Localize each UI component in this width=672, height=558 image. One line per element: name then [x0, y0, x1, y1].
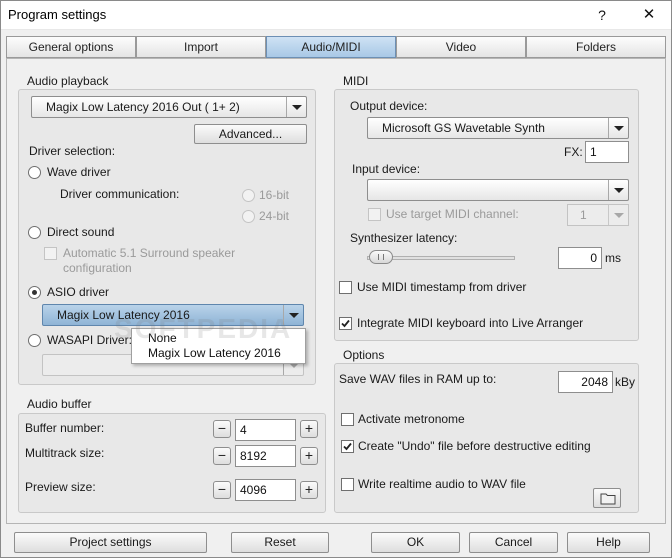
chevron-down-icon	[608, 205, 628, 225]
help-button[interactable]: Help	[567, 532, 650, 553]
asio-driver-radio[interactable]	[28, 286, 41, 299]
realtime-audio-checkbox[interactable]	[341, 478, 354, 491]
input-device-label: Input device:	[352, 162, 421, 176]
ok-button[interactable]: OK	[371, 532, 460, 553]
multitrack-increment-button[interactable]: +	[300, 447, 318, 465]
midi-output-device-select[interactable]: Microsoft GS Wavetable Synth	[367, 117, 629, 139]
target-channel-value: 1	[580, 208, 587, 222]
audio-output-device-value: Magix Low Latency 2016 Out ( 1+ 2)	[46, 100, 240, 114]
wasapi-driver-radio[interactable]	[28, 334, 41, 347]
help-icon[interactable]: ?	[589, 3, 615, 27]
driver-communication-label: Driver communication:	[60, 187, 180, 201]
tab-import[interactable]: Import	[136, 36, 266, 58]
preview-decrement-button[interactable]: −	[213, 481, 231, 499]
audio-buffer-label: Audio buffer	[27, 397, 92, 411]
window-title: Program settings	[8, 7, 107, 22]
surround-label-line2: configuration	[63, 261, 132, 275]
target-channel-select[interactable]: 1	[567, 204, 629, 226]
buffer-number-label: Buffer number:	[25, 421, 105, 435]
synth-latency-label: Synthesizer latency:	[350, 231, 458, 245]
midi-input-device-select[interactable]	[367, 179, 629, 201]
reset-button[interactable]: Reset	[231, 532, 329, 553]
multitrack-size-label: Multitrack size:	[25, 446, 105, 460]
advanced-button[interactable]: Advanced...	[194, 124, 307, 144]
target-channel-label: Use target MIDI channel:	[386, 207, 519, 221]
metronome-checkbox[interactable]	[341, 413, 354, 426]
tab-folders[interactable]: Folders	[526, 36, 666, 58]
output-device-label: Output device:	[350, 99, 428, 113]
save-wav-input[interactable]: 2048	[558, 371, 613, 393]
checkmark-icon	[343, 442, 352, 451]
chevron-down-icon	[286, 97, 306, 117]
bit24-label: 24-bit	[259, 209, 290, 223]
checkmark-icon	[341, 319, 350, 328]
tab-video[interactable]: Video	[396, 36, 526, 58]
asio-option-magix[interactable]: Magix Low Latency 2016	[148, 346, 281, 360]
browse-folder-button[interactable]	[593, 488, 621, 508]
midi-timestamp-checkbox[interactable]	[339, 281, 352, 294]
chevron-down-icon	[608, 118, 628, 138]
driver-selection-label: Driver selection:	[29, 144, 116, 158]
wave-driver-radio[interactable]	[28, 166, 41, 179]
buffer-number-decrement-button[interactable]: −	[213, 420, 231, 438]
multitrack-decrement-button[interactable]: −	[213, 447, 231, 465]
realtime-audio-label: Write realtime audio to WAV file	[358, 477, 526, 491]
title-bar: Program settings ? ✕	[1, 1, 671, 30]
preview-size-label: Preview size:	[25, 480, 96, 494]
wave-driver-label: Wave driver	[47, 165, 111, 179]
tab-audio-midi[interactable]: Audio/MIDI	[266, 36, 396, 58]
buffer-number-increment-button[interactable]: +	[300, 420, 318, 438]
save-wav-label: Save WAV files in RAM up to:	[339, 372, 497, 386]
project-settings-button[interactable]: Project settings	[14, 532, 207, 553]
watermark: SOFTPEDIA	[114, 313, 293, 344]
preview-size-input[interactable]: 4096	[235, 479, 296, 501]
multitrack-size-input[interactable]: 8192	[235, 445, 296, 467]
cancel-button[interactable]: Cancel	[469, 532, 558, 553]
folder-icon	[600, 493, 616, 505]
audio-playback-label: Audio playback	[27, 74, 109, 88]
options-label: Options	[343, 348, 385, 362]
preview-increment-button[interactable]: +	[300, 481, 318, 499]
integrate-midi-checkbox[interactable]	[339, 317, 352, 330]
save-wav-unit: kBy	[615, 375, 636, 389]
undo-file-checkbox[interactable]	[341, 440, 354, 453]
fx-input[interactable]: 1	[585, 141, 629, 163]
undo-file-label: Create "Undo" file before destructive ed…	[358, 439, 591, 453]
surround-label-line1: Automatic 5.1 Surround speaker	[63, 246, 236, 260]
target-channel-checkbox[interactable]	[368, 208, 381, 221]
bit16-radio[interactable]	[242, 189, 255, 202]
asio-driver-label: ASIO driver	[47, 285, 110, 299]
bit16-label: 16-bit	[259, 188, 290, 202]
metronome-label: Activate metronome	[358, 412, 465, 426]
synth-latency-input[interactable]: 0	[558, 247, 602, 269]
synth-latency-slider-thumb[interactable]	[369, 250, 393, 264]
direct-sound-radio[interactable]	[28, 226, 41, 239]
synth-latency-unit: ms	[605, 251, 621, 265]
program-settings-window: Program settings ? ✕ General options Imp…	[0, 0, 672, 558]
close-icon[interactable]: ✕	[634, 3, 664, 27]
surround-checkbox[interactable]	[44, 247, 57, 260]
integrate-midi-label: Integrate MIDI keyboard into Live Arrang…	[357, 316, 584, 330]
tab-general-options[interactable]: General options	[6, 36, 136, 58]
bit24-radio[interactable]	[242, 210, 255, 223]
fx-label: FX:	[564, 145, 583, 159]
tab-bar: General options Import Audio/MIDI Video …	[6, 36, 666, 58]
midi-label: MIDI	[343, 74, 369, 88]
buffer-number-input[interactable]: 4	[235, 419, 296, 441]
midi-output-device-value: Microsoft GS Wavetable Synth	[382, 121, 545, 135]
audio-output-device-select[interactable]: Magix Low Latency 2016 Out ( 1+ 2)	[31, 96, 307, 118]
midi-timestamp-label: Use MIDI timestamp from driver	[357, 280, 527, 294]
direct-sound-label: Direct sound	[47, 225, 115, 239]
chevron-down-icon	[608, 180, 628, 200]
